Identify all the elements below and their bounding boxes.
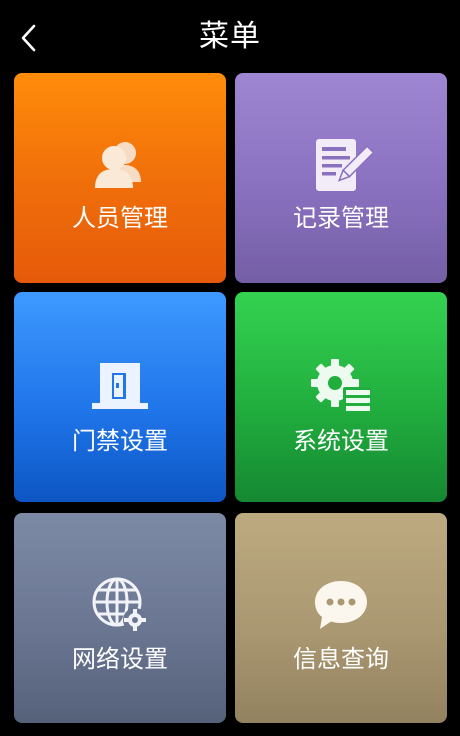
tile-label: 门禁设置	[72, 427, 168, 455]
users-icon	[85, 131, 155, 201]
settings-gear-icon	[306, 350, 376, 420]
tile-label: 人员管理	[72, 204, 168, 232]
header-bar: 菜单	[0, 0, 460, 74]
edit-document-icon	[306, 131, 376, 201]
menu-tile-network-settings[interactable]: 网络设置	[14, 513, 226, 723]
menu-tile-access-settings[interactable]: 门禁设置	[14, 292, 226, 502]
menu-tile-information-query[interactable]: 信息查询	[235, 513, 447, 723]
menu-tile-personnel-management[interactable]: 人员管理	[14, 73, 226, 283]
globe-settings-icon	[85, 570, 155, 640]
tile-label: 系统设置	[293, 427, 389, 455]
tile-label: 网络设置	[72, 645, 168, 673]
chat-bubble-icon	[306, 570, 376, 640]
menu-tile-record-management[interactable]: 记录管理	[235, 73, 447, 283]
door-icon	[85, 350, 155, 420]
tile-label: 信息查询	[293, 645, 389, 673]
menu-tile-system-settings[interactable]: 系统设置	[235, 292, 447, 502]
page-title: 菜单	[199, 19, 261, 54]
tile-label: 记录管理	[293, 204, 389, 232]
